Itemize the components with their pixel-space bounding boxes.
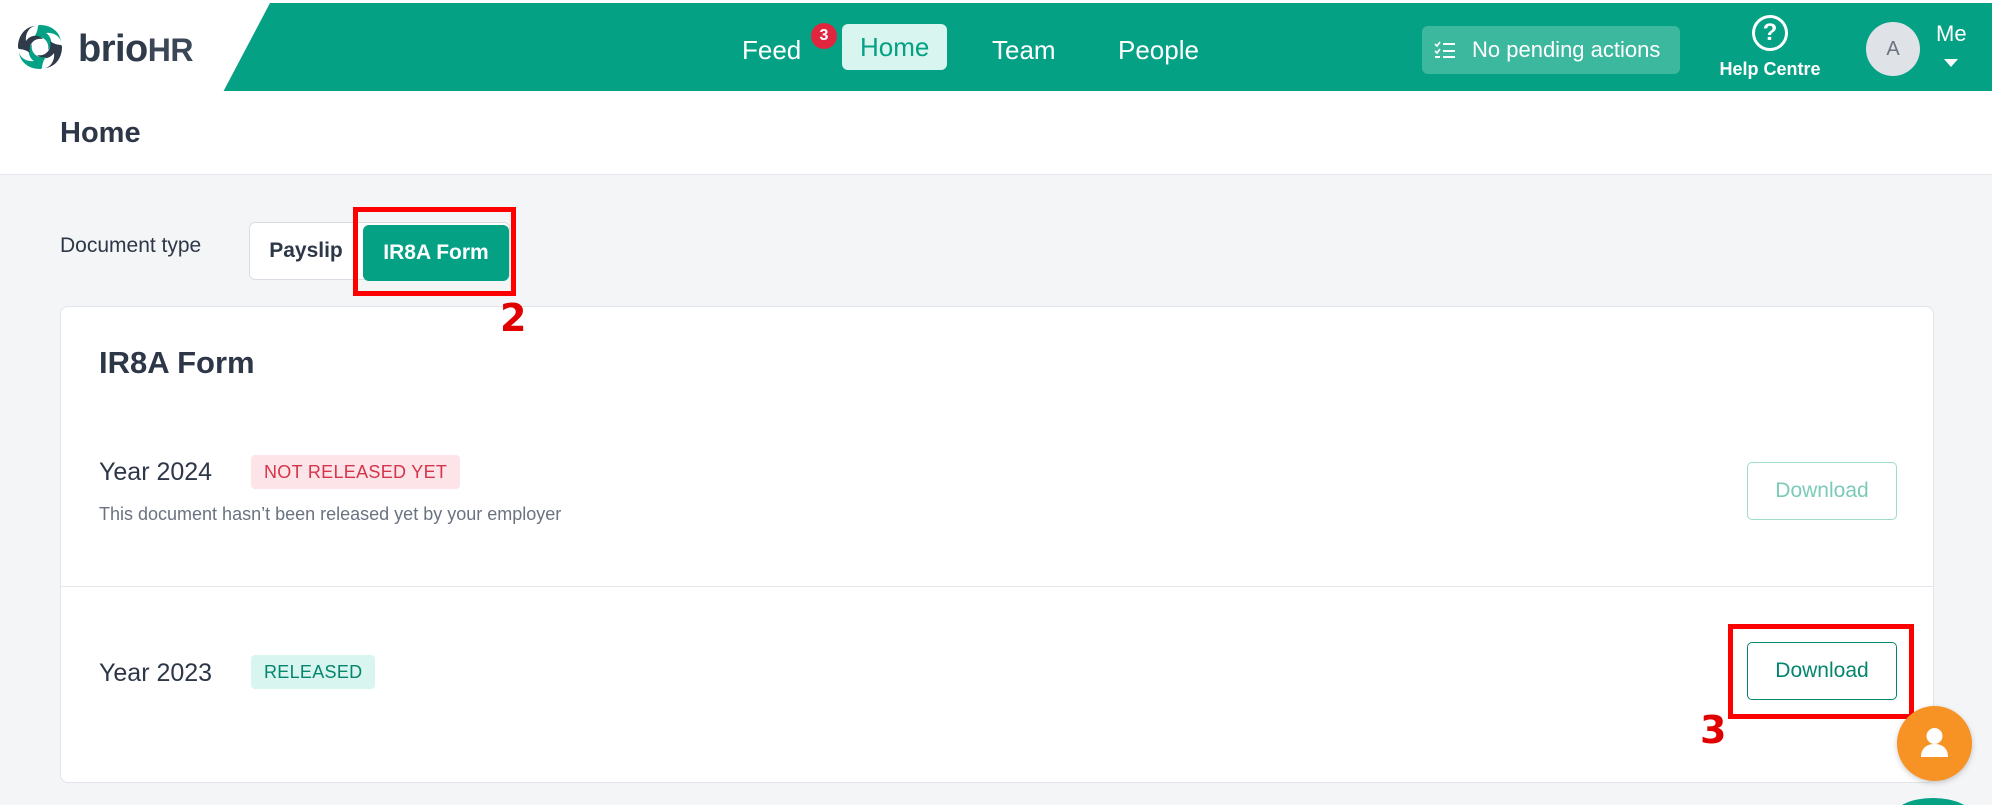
card-title: IR8A Form (99, 345, 255, 380)
annotation-step-3: 3 (1700, 708, 1727, 752)
payslip-option[interactable]: Payslip (250, 223, 362, 279)
ir8a-form-card: IR8A Form Year 2024 NOT RELEASED YET Thi… (60, 306, 1934, 783)
pending-actions-button[interactable]: No pending actions (1422, 26, 1680, 74)
not-released-note: This document hasn’t been released yet b… (99, 504, 562, 524)
help-centre-link[interactable]: ? Help Centre (1710, 15, 1830, 85)
feed-notification-badge: 3 (811, 23, 837, 49)
logo-wordmark: brioHR (78, 28, 194, 70)
question-circle-icon: ? (1752, 15, 1788, 51)
chat-support-button[interactable] (1897, 706, 1972, 781)
nav-home[interactable]: Home (842, 24, 948, 70)
nav-people[interactable]: People (1100, 27, 1217, 73)
person-icon (1921, 728, 1948, 757)
secondary-fab[interactable] (1892, 798, 1974, 805)
checklist-icon (1434, 41, 1455, 58)
page-title: Home (60, 117, 141, 149)
chevron-down-icon[interactable] (1944, 59, 1958, 67)
annotation-highlight-ir8a (353, 207, 516, 296)
annotation-highlight-download (1728, 624, 1914, 719)
nav-feed[interactable]: Feed (724, 27, 819, 73)
user-avatar[interactable]: A (1866, 22, 1920, 76)
top-navbar: brioHR Feed 3 Home Team People No pendin… (0, 0, 1992, 94)
pending-actions-label: No pending actions (1472, 37, 1661, 62)
status-badge-released: RELEASED (251, 655, 376, 689)
page-header: Home (0, 91, 1992, 175)
status-badge-not-released: NOT RELEASED YET (251, 455, 461, 489)
user-menu-label[interactable]: Me (1936, 21, 1967, 47)
brio-logo-icon (18, 25, 62, 69)
help-centre-label: Help Centre (1719, 59, 1821, 79)
document-type-label: Document type (60, 234, 202, 257)
nav-team[interactable]: Team (974, 27, 1074, 73)
download-2024-button[interactable]: Download (1747, 462, 1897, 520)
row-divider (61, 586, 1933, 587)
year-2024-label: Year 2024 (99, 458, 213, 486)
year-2023-label: Year 2023 (99, 659, 213, 687)
logo-area[interactable]: brioHR (0, 3, 270, 94)
annotation-step-2: 2 (500, 296, 527, 340)
